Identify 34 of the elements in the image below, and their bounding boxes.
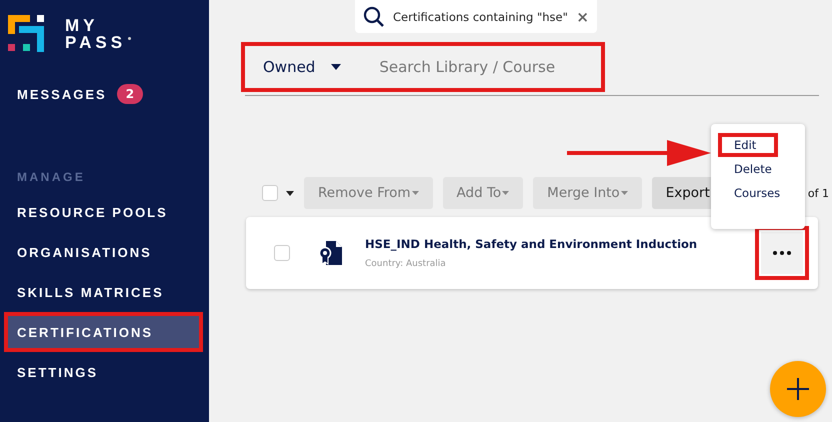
more-button[interactable] [761,232,803,274]
row-checkbox[interactable] [274,245,290,261]
sidebar-item[interactable]: SKILLS MATRICES [0,272,209,312]
brand-name: MY [65,16,100,34]
message-count-badge: 2 [116,84,144,104]
messages-link[interactable]: MESSAGES [17,86,107,102]
sidebar-item[interactable]: ORGANISATIONS [0,232,209,272]
certification-title[interactable]: HSE_IND Health, Safety and Environment Induction [365,237,698,251]
caret-icon[interactable] [331,64,342,70]
certification-country: Country: Australia [365,259,447,269]
page-count: of 1 [808,186,829,200]
sidebar-item[interactable]: SETTINGS [0,352,209,392]
search-icon [363,6,385,28]
sidebar-item[interactable]: CERTIFICATIONS [8,316,199,348]
owner-dropdown[interactable]: Owned [263,58,316,76]
caret-icon [412,191,419,196]
caret-icon[interactable] [286,190,294,196]
menu-item[interactable]: Delete [718,161,778,177]
add-button[interactable] [770,361,826,417]
caret-icon [620,191,628,196]
chip-text: Certifications containing "hse" [393,10,568,24]
plus-icon [787,378,809,400]
search-field[interactable]: Search Library / Course [379,58,580,76]
registered-mark-icon [128,37,132,40]
sidebar-item[interactable]: RESOURCE POOLS [0,192,209,232]
close-button[interactable]: × [576,8,589,26]
more-icon [773,251,791,255]
logo-icon [8,15,45,52]
caret-icon [502,191,510,196]
certificate-document-icon [319,241,343,265]
select-all-checkbox[interactable] [262,185,278,201]
section-heading: MANAGE [17,170,86,184]
brand-name: PASS [65,34,126,50]
menu-item[interactable]: Edit [722,137,762,153]
